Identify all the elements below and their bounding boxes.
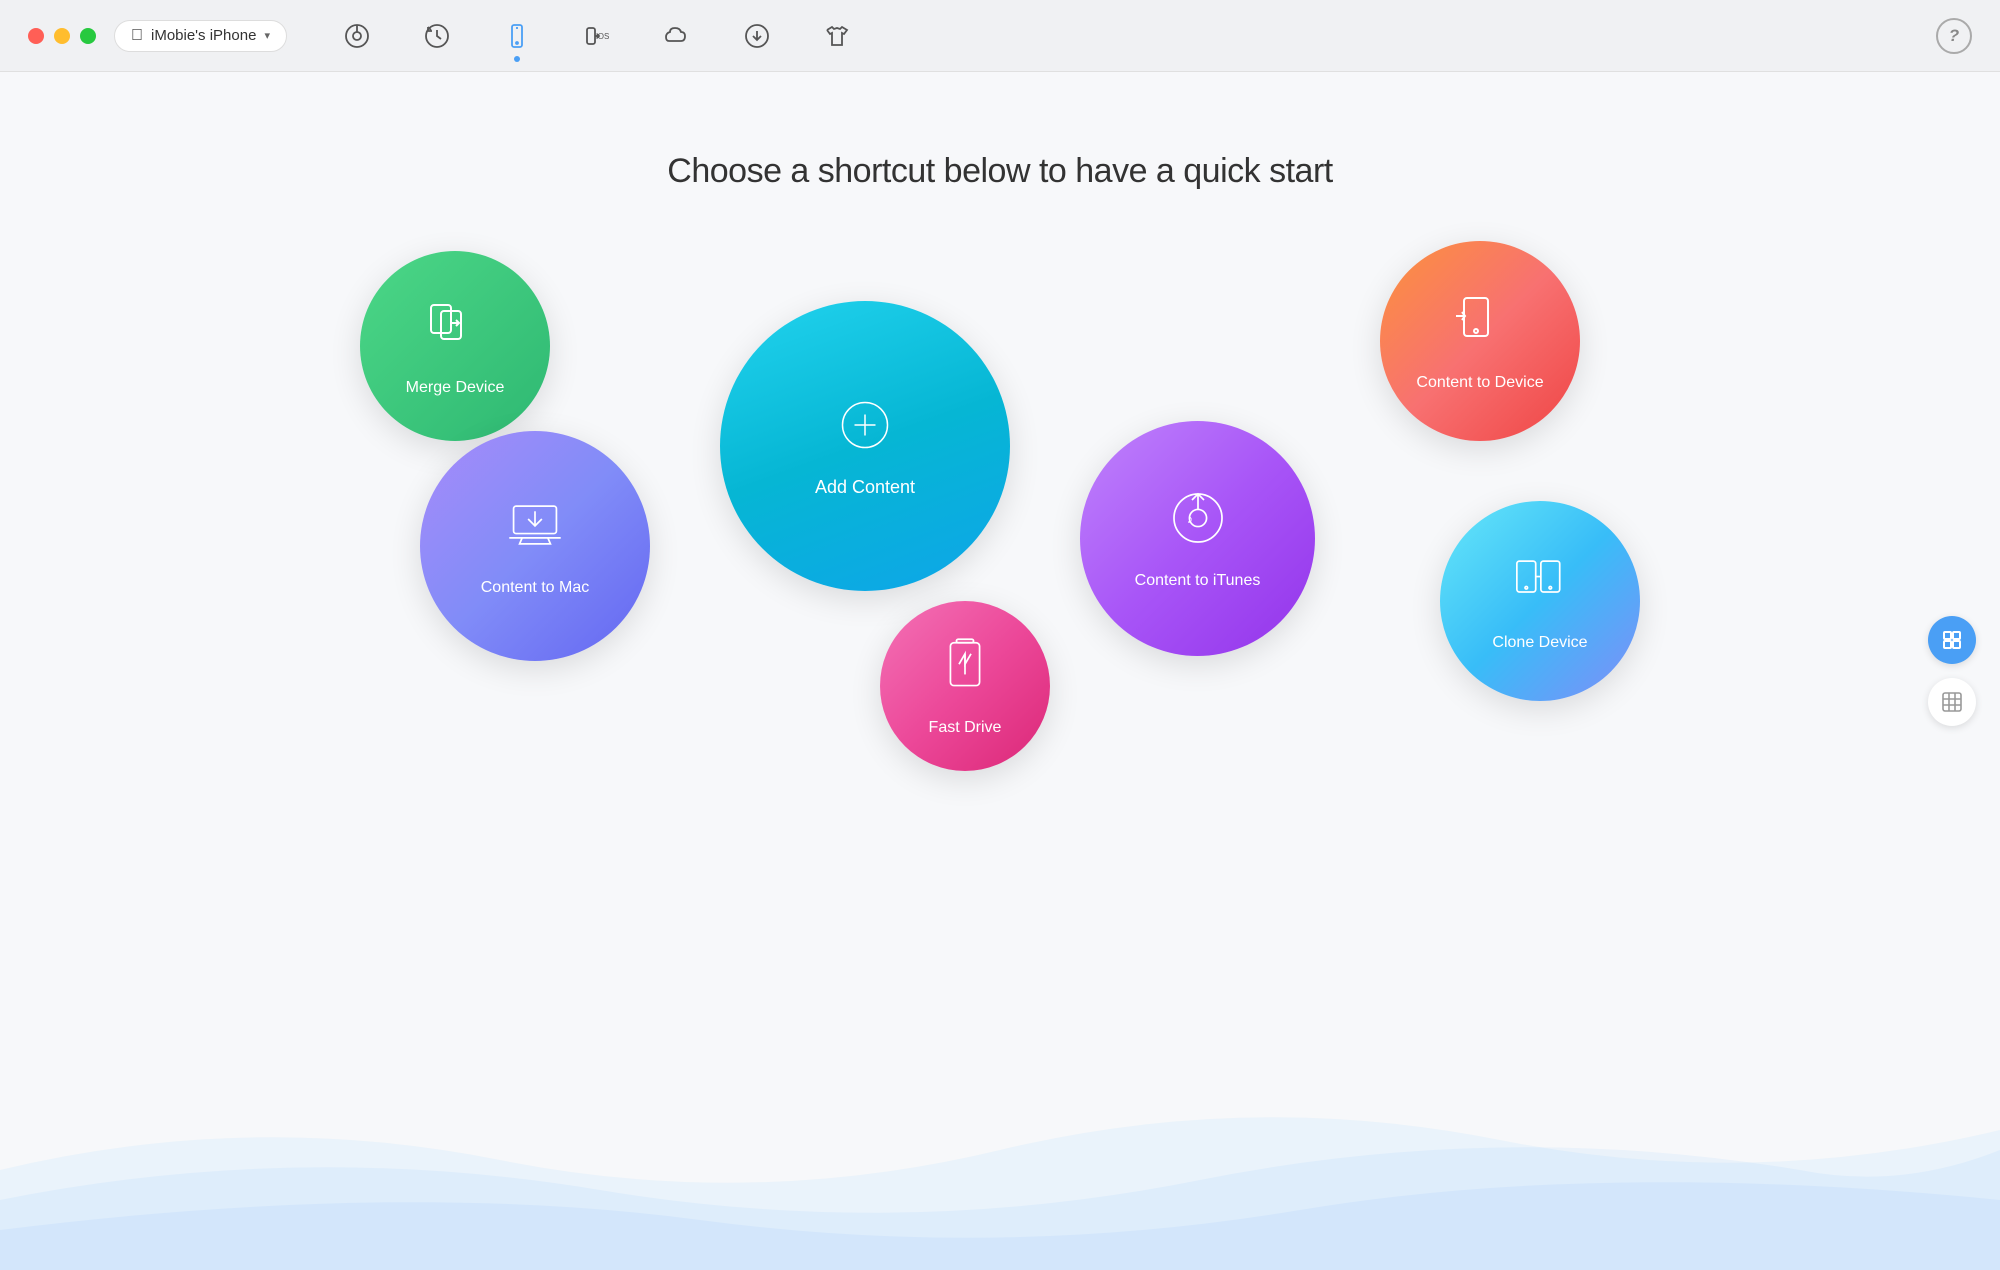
nav-cloud-icon[interactable]	[655, 14, 699, 58]
close-button[interactable]	[28, 28, 44, 44]
traffic-lights	[28, 28, 96, 44]
merge-device-label: Merge Device	[406, 379, 505, 397]
device-selector[interactable]:  iMobie's iPhone ▾	[114, 20, 287, 52]
content-to-mac-bubble[interactable]: Content to Mac	[420, 431, 650, 661]
nav-device-icon[interactable]	[495, 14, 539, 58]
nav-download-icon[interactable]	[735, 14, 779, 58]
battery-icon	[935, 635, 995, 703]
merge-icon	[425, 295, 485, 363]
fast-drive-bubble[interactable]: Fast Drive	[880, 601, 1050, 771]
add-plus-icon	[835, 395, 895, 463]
add-content-bubble[interactable]: Add Content	[720, 301, 1010, 591]
apple-icon: 	[131, 27, 143, 45]
content-to-mac-label: Content to Mac	[481, 579, 590, 597]
itunes-icon: ♪	[1168, 488, 1228, 556]
content-to-device-label: Content to Device	[1416, 374, 1543, 392]
device-transfer-icon	[1450, 290, 1510, 358]
wave-background	[0, 1050, 2000, 1270]
clone-icon	[1510, 550, 1570, 618]
fast-drive-label: Fast Drive	[929, 719, 1002, 737]
clone-device-bubble[interactable]: Clone Device	[1440, 501, 1640, 701]
add-content-label: Add Content	[815, 477, 915, 498]
clone-device-label: Clone Device	[1492, 634, 1587, 652]
titlebar:  iMobie's iPhone ▾	[0, 0, 2000, 72]
nav-backup-icon[interactable]	[415, 14, 459, 58]
content-to-device-bubble[interactable]: Content to Device	[1380, 241, 1580, 441]
svg-text:♪: ♪	[1186, 512, 1192, 526]
nav-tshirt-icon[interactable]	[815, 14, 859, 58]
content-to-itunes-bubble[interactable]: ♪ Content to iTunes	[1080, 421, 1315, 656]
nav-ios-transfer-icon[interactable]: iOS	[575, 14, 619, 58]
side-toolbar	[1928, 616, 1976, 726]
nav-music-icon[interactable]	[335, 14, 379, 58]
chevron-down-icon: ▾	[264, 29, 270, 42]
content-to-itunes-label: Content to iTunes	[1135, 572, 1261, 590]
maximize-button[interactable]	[80, 28, 96, 44]
list-view-button[interactable]	[1928, 616, 1976, 664]
device-name: iMobie's iPhone	[151, 27, 256, 44]
merge-device-bubble[interactable]: Merge Device	[360, 251, 550, 441]
help-button[interactable]: ?	[1936, 18, 1972, 54]
page-title: Choose a shortcut below to have a quick …	[667, 152, 1332, 191]
grid-view-button[interactable]	[1928, 678, 1976, 726]
bubbles-container: Merge Device Content to Mac	[300, 221, 1700, 921]
nav-icons: iOS	[335, 14, 859, 58]
main-content: Choose a shortcut below to have a quick …	[0, 72, 2000, 1270]
mac-download-icon	[505, 495, 565, 563]
minimize-button[interactable]	[54, 28, 70, 44]
